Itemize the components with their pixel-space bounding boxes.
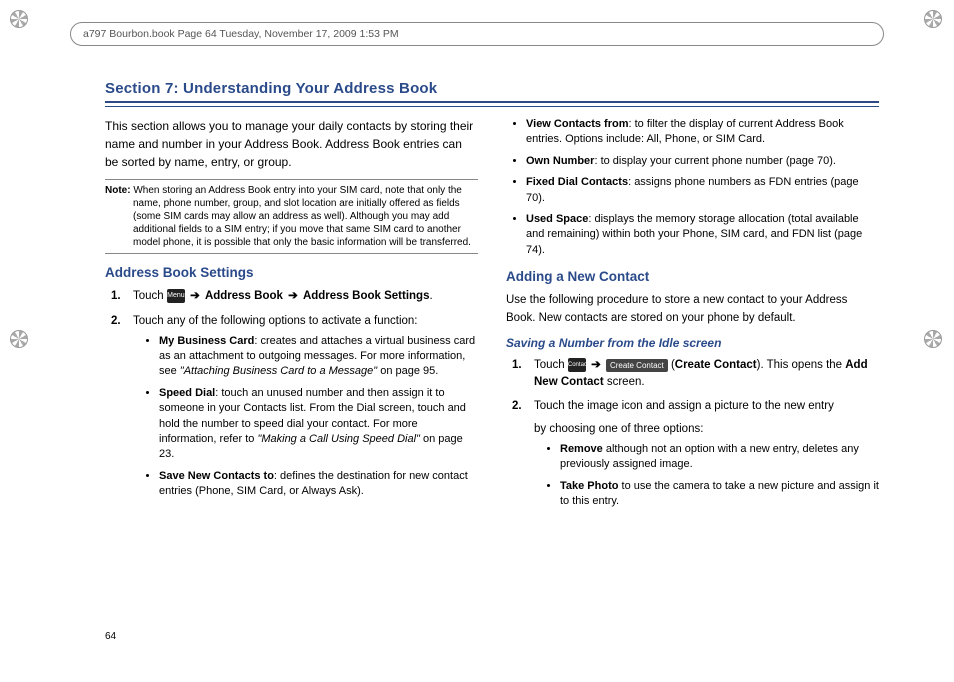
crop-mark-top-left [10,10,30,30]
create-contact-label: Create Contact [675,359,757,371]
bullet-speed-dial: Speed Dial: touch an unused number and t… [159,386,478,463]
divider [105,253,478,254]
image-option-bullets: Remove although not an option with a new… [534,442,879,510]
text: : to display your current phone number (… [594,155,836,167]
left-column: This section allows you to manage your d… [105,117,478,517]
heading-address-book-settings: Address Book Settings [105,264,478,282]
page: on page 95. [377,365,438,377]
add-contact-intro: Use the following procedure to store a n… [506,292,879,327]
idle-step-1: Touch Contacts ➔ Create Contact (Create … [534,357,879,390]
two-column-layout: This section allows you to manage your d… [105,117,879,517]
step1-address-book: Address Book [205,290,283,302]
text: although not an option with a new entry,… [560,443,859,470]
bullet-my-business-card: My Business Card: creates and attaches a… [159,334,478,380]
crop-mark-mid-left [10,330,30,350]
label: My Business Card [159,335,254,347]
bullet-used-space: Used Space: displays the memory storage … [526,212,879,258]
create-contact-chip: Create Contact [606,359,668,372]
bullet-fixed-dial-contacts: Fixed Dial Contacts: assigns phone numbe… [526,175,879,206]
step1-address-book-settings: Address Book Settings [303,290,430,302]
idle-steps: Touch Contacts ➔ Create Contact (Create … [506,357,879,509]
label: Fixed Dial Contacts [526,176,628,188]
label: Own Number [526,155,594,167]
label: View Contacts from [526,118,629,130]
step-2: Touch any of the following options to ac… [133,313,478,500]
step2-text: Touch any of the following options to ac… [133,315,418,327]
step2-line2: by choosing one of three options: [534,421,879,438]
crop-mark-mid-right [924,330,944,350]
label: Speed Dial [159,387,215,399]
bullet-save-new-contacts: Save New Contacts to: defines the destin… [159,469,478,500]
bullet-own-number: Own Number: to display your current phon… [526,154,879,169]
note-label: Note: [105,185,131,196]
crop-mark-top-right [924,10,944,30]
heading-adding-new-contact: Adding a New Contact [506,268,879,286]
ref: "Attaching Business Card to a Message" [180,365,377,377]
arrow-icon: ➔ [286,290,300,302]
rest1: . This opens the [760,359,845,371]
label: Remove [560,443,603,455]
note-text: When storing an Address Book entry into … [133,185,471,248]
bullet-remove: Remove although not an option with a new… [560,442,879,473]
settings-bullets-continued: View Contacts from: to filter the displa… [506,117,879,258]
step2-line1: Touch the image icon and assign a pictur… [534,398,879,415]
label: Save New Contacts to [159,470,274,482]
settings-bullets: My Business Card: creates and attaches a… [133,334,478,500]
note-block: Note: When storing an Address Book entry… [105,184,478,249]
menu-key-icon: Menu [167,289,185,303]
doc-header-text: a797 Bourbon.book Page 64 Tuesday, Novem… [83,28,399,40]
label: Used Space [526,213,588,225]
label: Take Photo [560,480,618,492]
bullet-take-photo: Take Photo to use the camera to take a n… [560,479,879,510]
page-body: Section 7: Understanding Your Address Bo… [105,80,879,642]
idle-step-2: Touch the image icon and assign a pictur… [534,398,879,509]
step-1: Touch Menu ➔ Address Book ➔ Address Book… [133,288,478,305]
arrow-icon: ➔ [188,290,202,302]
rest2: screen. [604,376,645,388]
arrow-icon: ➔ [589,359,603,371]
ref: "Making a Call Using Speed Dial" [257,433,420,445]
contacts-key-icon: Contacts [568,358,586,372]
divider [105,179,478,180]
intro-paragraph: This section allows you to manage your d… [105,117,478,171]
right-column: View Contacts from: to filter the displa… [506,117,879,517]
settings-steps: Touch Menu ➔ Address Book ➔ Address Book… [105,288,478,499]
section-title: Section 7: Understanding Your Address Bo… [105,80,879,99]
title-rule [105,101,879,107]
heading-saving-from-idle: Saving a Number from the Idle screen [506,335,879,351]
page-number: 64 [105,631,116,642]
touch: Touch [534,359,565,371]
doc-header-bar: a797 Bourbon.book Page 64 Tuesday, Novem… [70,22,884,46]
bullet-view-contacts-from: View Contacts from: to filter the displa… [526,117,879,148]
step1-touch: Touch [133,290,164,302]
